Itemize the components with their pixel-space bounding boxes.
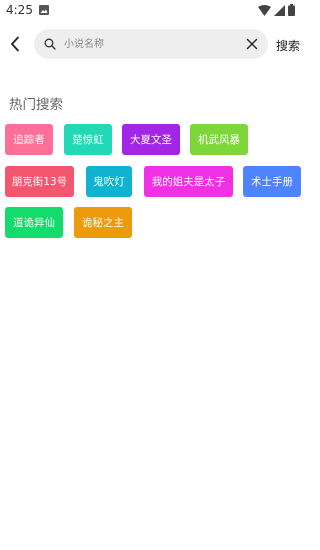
- hot-tag[interactable]: 楚惊虹: [64, 124, 112, 155]
- search-header: 搜索: [0, 26, 309, 62]
- clear-icon[interactable]: [246, 38, 258, 50]
- hot-tag[interactable]: 机武风暴: [190, 124, 248, 155]
- back-button[interactable]: [4, 32, 26, 56]
- status-icons: [258, 4, 295, 16]
- status-bar: 4:25: [0, 0, 309, 22]
- hot-search-title: 热门搜索: [9, 97, 63, 113]
- back-arrow-icon: [11, 36, 19, 52]
- hot-tag[interactable]: 鬼吹灯: [86, 166, 132, 197]
- wifi-icon: [258, 4, 271, 16]
- hot-tag[interactable]: 术士手册: [243, 166, 301, 197]
- search-input[interactable]: [64, 35, 234, 53]
- hot-tag[interactable]: 道诡异仙: [5, 207, 63, 238]
- search-box[interactable]: [34, 29, 268, 59]
- hot-tag[interactable]: 诡秘之主: [74, 207, 132, 238]
- hot-tag[interactable]: 我的姐夫是太子: [144, 166, 233, 197]
- status-time: 4:25: [6, 3, 33, 17]
- hot-tag[interactable]: 大夏文圣: [122, 124, 180, 155]
- hot-tag[interactable]: 追踪者: [5, 124, 53, 155]
- signal-icon: [274, 4, 285, 16]
- image-notification-icon: [39, 5, 49, 15]
- battery-icon: [288, 4, 295, 16]
- search-button[interactable]: 搜索: [276, 37, 300, 54]
- search-icon: [44, 38, 56, 50]
- hot-tag[interactable]: 朋克街13号: [5, 166, 74, 197]
